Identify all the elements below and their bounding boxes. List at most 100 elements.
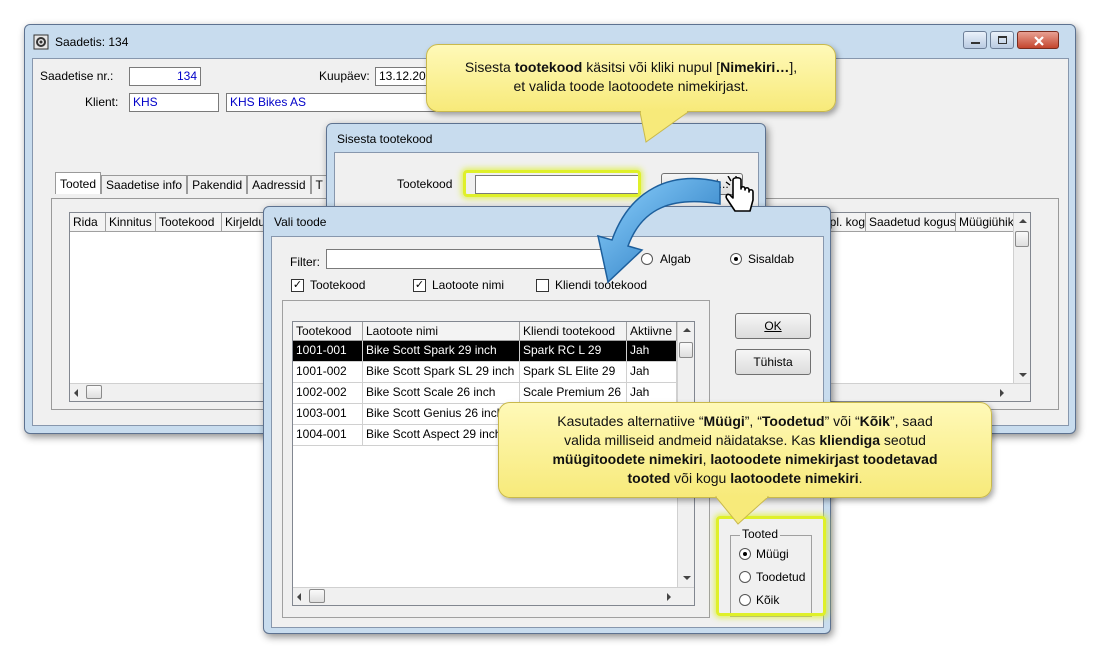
checkbox-name-label: Laotoote nimi: [432, 278, 505, 292]
ok-button[interactable]: OK: [735, 313, 811, 339]
products-grid-vscroll[interactable]: [1013, 213, 1030, 384]
close-button[interactable]: [1017, 31, 1059, 49]
tab-pakendid[interactable]: Pakendid: [187, 175, 248, 194]
callout-bottom: Kasutades alternatiive “Müügi”, “Toodetu…: [498, 402, 992, 498]
cell-client-code: Scale Premium 26: [520, 383, 627, 404]
scroll-thumb[interactable]: [679, 342, 693, 358]
minimize-icon: [971, 42, 980, 44]
shipment-no-field[interactable]: 134: [129, 67, 201, 86]
column-header[interactable]: Kinnitus: [106, 213, 156, 232]
cell-active: Jah: [627, 341, 677, 362]
filter-label: Filter:: [290, 255, 320, 269]
scroll-left-icon[interactable]: [74, 389, 78, 397]
scroll-thumb[interactable]: [1015, 231, 1029, 247]
scroll-up-icon[interactable]: [1019, 219, 1027, 223]
cell-code: 1002-002: [293, 383, 363, 404]
product-type-highlight: [716, 516, 826, 616]
minimize-button[interactable]: [963, 31, 987, 49]
callout-text: seotud: [880, 432, 926, 448]
callout-bold: Müügi: [703, 413, 745, 429]
cell-name: Bike Scott Spark SL 29 inch: [363, 362, 520, 383]
radio-contains-label: Sisaldab: [748, 252, 795, 266]
cancel-button[interactable]: Tühista: [735, 349, 811, 375]
scroll-left-icon[interactable]: [297, 593, 301, 601]
main-window-title: Saadetis: 134: [55, 35, 129, 49]
callout-text: .: [858, 470, 863, 486]
column-header[interactable]: Saadetud kogus: [866, 213, 956, 232]
cell-client-code: Spark RC L 29: [520, 341, 627, 362]
client-name-field[interactable]: KHS Bikes AS: [226, 93, 436, 112]
ok-button-label: OK: [764, 319, 782, 333]
callout-bold: laotoodete nimekirjast toodetavad: [710, 451, 938, 467]
client-label: Klient:: [85, 95, 119, 109]
cell-code: 1004-001: [293, 425, 363, 446]
code-dialog-title: Sisesta tootekood: [337, 132, 433, 146]
callout-bottom-pointer: [714, 496, 770, 525]
callout-text: ],: [789, 59, 798, 75]
callout-text: Kasutades alternatiive “: [557, 413, 704, 429]
checkbox-client-code[interactable]: [536, 279, 549, 292]
scroll-right-icon[interactable]: [667, 593, 671, 601]
table-row[interactable]: 1001-001 Bike Scott Spark 29 inch Spark …: [293, 341, 694, 362]
callout-bottom-line3: müügitoodete nimekiri, laotoodete nimeki…: [499, 450, 991, 469]
callout-bold: tooted: [627, 470, 671, 486]
callout-text: valida milliseid andmeid näidatakse. Kas: [564, 432, 820, 448]
callout-bottom-line4: tooted või kogu laotoodete nimekiri.: [499, 469, 991, 488]
scroll-thumb[interactable]: [86, 385, 102, 399]
callout-bold: laotoodete nimekiri: [730, 470, 859, 486]
checkbox-code[interactable]: ✓: [291, 279, 304, 292]
checkbox-code-label: Tootekood: [310, 278, 366, 292]
callout-text: käsitsi või kliki nupul [: [582, 59, 721, 75]
callout-bold: tootekood: [514, 59, 583, 75]
cell-name: Bike Scott Spark 29 inch: [363, 341, 520, 362]
tab-saadetise-info[interactable]: Saadetise info: [101, 175, 188, 194]
scroll-up-icon[interactable]: [683, 328, 691, 332]
tab-tooted[interactable]: Tooted: [55, 172, 102, 194]
tab-aadressid[interactable]: Aadressid: [247, 175, 311, 194]
callout-bold: müügitoodete nimekiri: [552, 451, 703, 467]
client-code-field[interactable]: KHS: [129, 93, 219, 112]
callout-bold: Nimekiri…: [720, 59, 790, 75]
curved-arrow-icon: [597, 177, 721, 284]
code-label: Tootekood: [397, 177, 453, 191]
radio-contains[interactable]: [730, 253, 742, 265]
cell-code: 1001-002: [293, 362, 363, 383]
callout-bold: Kõik: [859, 413, 890, 429]
column-header[interactable]: Laotoote nimi: [363, 322, 520, 341]
scroll-thumb[interactable]: [309, 589, 325, 603]
cell-name: Bike Scott Genius 26 inch: [363, 404, 520, 425]
callout-top: Sisesta tootekood käsitsi või kliki nupu…: [426, 44, 836, 112]
callout-top-line2: et valida toode laotoodete nimekirjast.: [513, 78, 749, 94]
table-row[interactable]: 1002-002 Bike Scott Scale 26 inch Scale …: [293, 383, 694, 404]
checkbox-name[interactable]: ✓: [413, 279, 426, 292]
product-list-header: Tootekood Laotoote nimi Kliendi tootekoo…: [293, 322, 694, 341]
scroll-down-icon[interactable]: [1019, 373, 1027, 377]
column-header[interactable]: Aktiivne: [627, 322, 677, 341]
date-label: Kuupäev:: [319, 69, 370, 83]
callout-bottom-line1: Kasutades alternatiive “Müügi”, “Toodetu…: [499, 412, 991, 431]
app-icon: [33, 34, 49, 50]
callout-text: Sisesta: [464, 59, 515, 75]
maximize-button[interactable]: [990, 31, 1014, 49]
cell-code: 1003-001: [293, 404, 363, 425]
column-header[interactable]: Kliendi tootekood: [520, 322, 627, 341]
callout-bottom-line2: valida milliseid andmeid näidatakse. Kas…: [499, 431, 991, 450]
scroll-right-icon[interactable]: [1000, 389, 1004, 397]
column-header[interactable]: Rida: [70, 213, 106, 232]
main-tabs: Tooted Saadetise info Pakendid Aadressid…: [55, 172, 328, 194]
column-header[interactable]: Tootekood: [156, 213, 222, 232]
select-dialog-title: Vali toode: [274, 215, 327, 229]
product-list-hscroll[interactable]: [293, 587, 694, 605]
column-header[interactable]: Tootekood: [293, 322, 363, 341]
cell-name: Bike Scott Scale 26 inch: [363, 383, 520, 404]
table-row[interactable]: 1001-002 Bike Scott Spark SL 29 inch Spa…: [293, 362, 694, 383]
callout-text: või kogu: [670, 470, 731, 486]
scroll-down-icon[interactable]: [683, 576, 691, 580]
column-header[interactable]: Müügiühik: [956, 213, 1014, 232]
hand-cursor-icon: [725, 176, 754, 212]
callout-top-line1: Sisesta tootekood käsitsi või kliki nupu…: [427, 58, 835, 77]
callout-text: ” või “: [824, 413, 860, 429]
shipment-no-label: Saadetise nr.:: [40, 69, 114, 83]
cell-code: 1001-001: [293, 341, 363, 362]
cancel-button-label: Tühista: [753, 355, 793, 369]
